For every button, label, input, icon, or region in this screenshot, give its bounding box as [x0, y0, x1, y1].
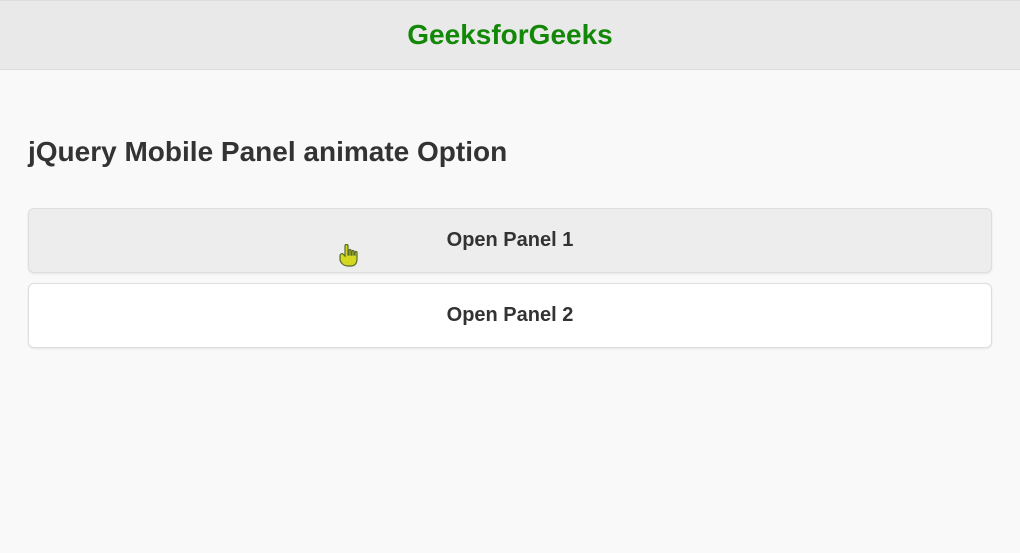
- open-panel-1-button[interactable]: Open Panel 1: [28, 208, 992, 273]
- open-panel-2-button[interactable]: Open Panel 2: [28, 283, 992, 348]
- page-content: jQuery Mobile Panel animate Option Open …: [0, 70, 1020, 386]
- page-header: GeeksforGeeks: [0, 0, 1020, 70]
- page-heading: jQuery Mobile Panel animate Option: [28, 136, 992, 168]
- site-title: GeeksforGeeks: [0, 19, 1020, 51]
